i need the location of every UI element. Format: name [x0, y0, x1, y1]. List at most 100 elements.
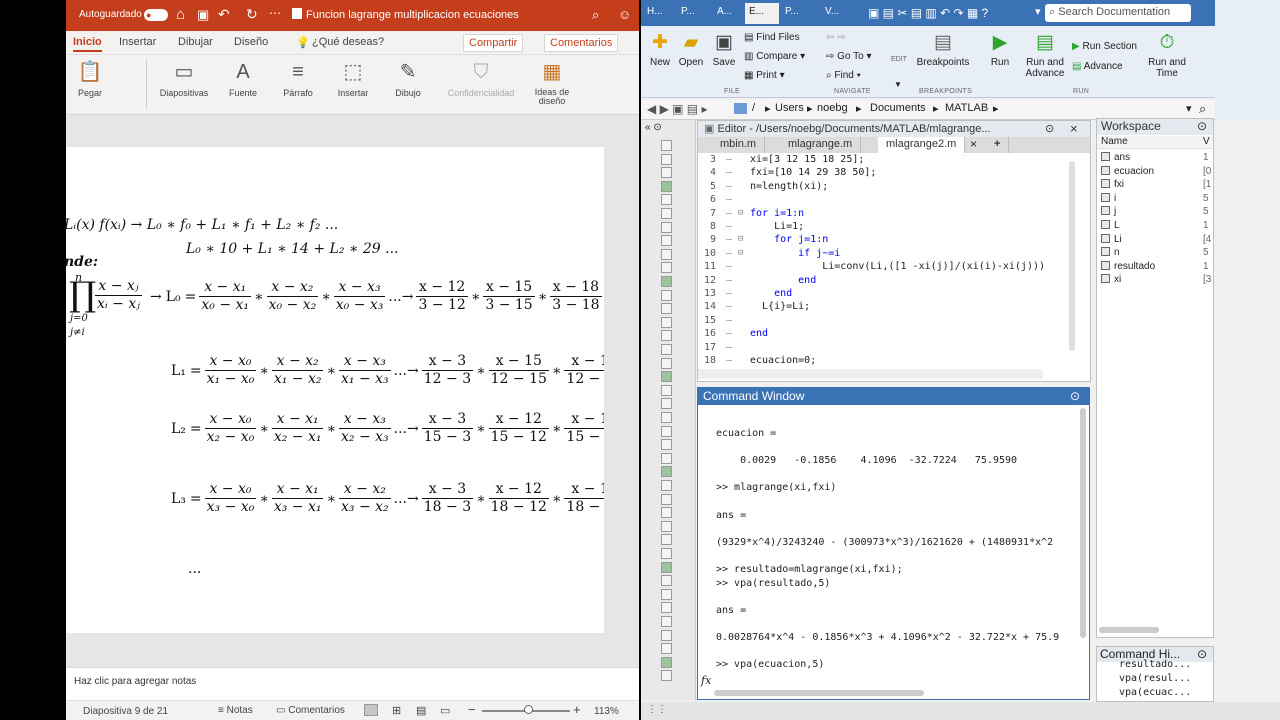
- code-line[interactable]: 17–: [698, 342, 1090, 355]
- tab-mlagrange[interactable]: mlagrange.m: [780, 137, 862, 153]
- code-line[interactable]: 4– fxi=[10 14 29 38 50];: [698, 167, 1090, 180]
- command-output[interactable]: ecuacion = 0.0029 -0.1856 4.1096 -32.722…: [698, 406, 1078, 684]
- sensitivity-button[interactable]: ⛉ Confidencialidad: [444, 59, 518, 98]
- normal-view-icon[interactable]: [364, 704, 378, 716]
- reading-view-icon[interactable]: ▤: [416, 704, 426, 717]
- comments-toggle[interactable]: ▭ Comentarios: [276, 705, 345, 716]
- path-noebg[interactable]: noebg: [817, 102, 848, 114]
- tab-mlagrange2[interactable]: mlagrange2.m: [878, 137, 966, 153]
- path-dropdown-icon[interactable]: ▾: [1186, 102, 1192, 115]
- code-line[interactable]: 15–: [698, 315, 1090, 328]
- code-line[interactable]: 11– Li=conv(Li,([1 -xi(j)]/(xi(i)-xi(j))…: [698, 261, 1090, 274]
- file-icon[interactable]: [661, 330, 672, 342]
- file-icon[interactable]: [661, 493, 672, 505]
- advance-button[interactable]: ▤ Advance: [1072, 61, 1123, 72]
- workspace-variable[interactable]: ecuacion [0: [1101, 165, 1213, 179]
- file-icon[interactable]: [661, 561, 672, 573]
- code-line[interactable]: 18– ecuacion=0;: [698, 355, 1090, 368]
- slideshow-icon[interactable]: ▭: [440, 704, 450, 717]
- zoom-handle[interactable]: [524, 705, 533, 714]
- path-documents[interactable]: Documents: [870, 102, 926, 114]
- horizontal-scrollbar[interactable]: [1099, 627, 1159, 633]
- workspace-variable[interactable]: resultado 1: [1101, 260, 1213, 274]
- file-icon[interactable]: [661, 289, 672, 301]
- back-forward-icons[interactable]: ⇦ ⇨: [826, 32, 846, 43]
- notes-pane[interactable]: Haz clic para agregar notas: [66, 667, 639, 700]
- tab-diseno[interactable]: Diseño: [234, 36, 268, 48]
- workspace-menu-icon[interactable]: ⊙: [1197, 119, 1207, 133]
- account-icon[interactable]: ☺: [618, 7, 631, 22]
- file-icon[interactable]: [661, 153, 672, 165]
- save-icon[interactable]: ▣: [197, 7, 209, 23]
- vertical-scrollbar[interactable]: [1080, 408, 1086, 638]
- fold-icon[interactable]: ⊟: [738, 208, 743, 218]
- collapse-icon[interactable]: ▾: [1035, 5, 1041, 18]
- code-line[interactable]: 8– Li=1;: [698, 221, 1090, 234]
- file-icon[interactable]: [661, 180, 672, 192]
- file-icon[interactable]: [661, 398, 672, 410]
- home-icon[interactable]: ⌂: [176, 6, 185, 23]
- workspace-variable[interactable]: Li [4: [1101, 233, 1213, 247]
- file-icon[interactable]: [661, 208, 672, 219]
- file-icon[interactable]: [661, 656, 672, 668]
- more-icon[interactable]: ⋯: [269, 6, 281, 20]
- tab-view[interactable]: V...: [821, 3, 843, 24]
- editor-menu-icon[interactable]: ⊙: [1045, 122, 1054, 135]
- workspace-variable[interactable]: n5: [1101, 247, 1213, 260]
- new-button[interactable]: ✚ New: [647, 31, 673, 68]
- save-button[interactable]: ▣ Save: [711, 31, 737, 68]
- code-area[interactable]: 3– xi=[3 12 15 18 25]; 4– fxi=[10 14 29 38 …: [698, 154, 1090, 368]
- file-icon[interactable]: [661, 248, 672, 260]
- tab-insertar[interactable]: Insertar: [119, 36, 156, 48]
- workspace-variable[interactable]: fxi [1: [1101, 179, 1213, 192]
- search-documentation-input[interactable]: ⌕ Search Documentation: [1045, 4, 1191, 22]
- file-icon[interactable]: [661, 452, 672, 464]
- file-icon[interactable]: [661, 316, 672, 328]
- comments-button[interactable]: Comentarios: [544, 34, 619, 52]
- file-icon[interactable]: [661, 588, 672, 600]
- new-tab-button[interactable]: +: [986, 137, 1010, 153]
- redo-icon[interactable]: ↻: [246, 6, 258, 23]
- file-icon[interactable]: [661, 371, 672, 383]
- file-icon[interactable]: [661, 303, 672, 315]
- code-line[interactable]: 16– end: [698, 328, 1090, 341]
- tell-me-input[interactable]: ¿Qué deseas?: [312, 36, 384, 48]
- history-item[interactable]: vpa(resul...: [1119, 673, 1191, 684]
- zoom-level[interactable]: 113%: [594, 706, 619, 717]
- design-ideas-button[interactable]: ▦ Ideas de diseño: [530, 59, 574, 106]
- file-icon[interactable]: [661, 412, 672, 423]
- file-icon[interactable]: [661, 602, 672, 614]
- goto-button[interactable]: ⇨ Go To ▾: [826, 51, 871, 62]
- file-icon[interactable]: [661, 439, 672, 451]
- close-icon[interactable]: ×: [1070, 121, 1078, 136]
- slide[interactable]: Lᵢ(x) f(xᵢ) → L₀ ∗ f₀ + L₁ ∗ f₁ + L₂ ∗ f…: [66, 147, 604, 633]
- value-column-header[interactable]: V: [1203, 136, 1210, 147]
- insert-button[interactable]: ⬚ Insertar: [334, 59, 372, 98]
- workspace-variable[interactable]: L1: [1101, 220, 1213, 233]
- tab-dibujar[interactable]: Dibujar: [178, 36, 213, 48]
- sorter-view-icon[interactable]: ⊞: [392, 704, 401, 717]
- open-button[interactable]: ▰ Open: [677, 31, 705, 68]
- run-section-button[interactable]: ▶ Run Section: [1072, 41, 1137, 52]
- code-line[interactable]: 3– xi=[3 12 15 18 25];: [698, 154, 1090, 167]
- find-files-button[interactable]: ▤ Find Files: [744, 32, 800, 43]
- command-menu-icon[interactable]: ⊙: [1070, 389, 1080, 403]
- paragraph-button[interactable]: ≡ Párrafo: [278, 59, 318, 98]
- name-column-header[interactable]: Name: [1101, 136, 1128, 147]
- file-icon[interactable]: [661, 384, 672, 396]
- file-icon[interactable]: [661, 520, 672, 532]
- history-item[interactable]: vpa(ecuac...: [1119, 687, 1191, 698]
- file-icon[interactable]: [661, 194, 672, 206]
- tab-editor[interactable]: E...: [745, 3, 779, 24]
- workspace-variable[interactable]: ans 1: [1101, 152, 1213, 165]
- code-line[interactable]: 10– ⊟ if j~=i: [698, 248, 1090, 261]
- edit-expand-icon[interactable]: ▼: [894, 80, 902, 89]
- undo-icon[interactable]: ↶: [218, 6, 230, 23]
- workspace-variable[interactable]: j5: [1101, 206, 1213, 219]
- zoom-out-icon[interactable]: −: [468, 702, 476, 717]
- file-icon[interactable]: [661, 575, 672, 587]
- file-icon[interactable]: [661, 670, 672, 682]
- tab-home[interactable]: H...: [643, 3, 667, 24]
- file-icon[interactable]: [661, 534, 672, 546]
- search-icon[interactable]: ⌕: [592, 7, 599, 23]
